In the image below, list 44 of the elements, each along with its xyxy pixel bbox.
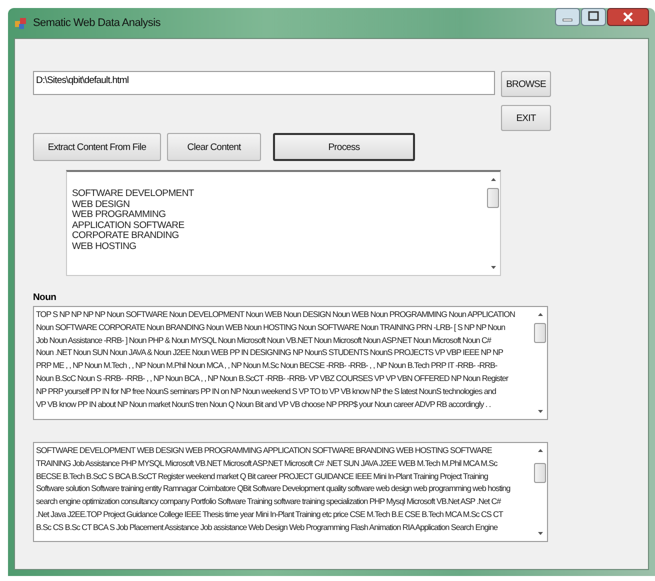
scroll-thumb[interactable] xyxy=(487,188,499,208)
text-line: Noun SOFTWARE CORPORATE Noun BRANDING Noun WEB Noun HOSTING Noun SOFTWARE Noun TRAINING PRN -LRB- [ S NP NP Noun xyxy=(36,322,506,334)
text-line: Noun .NET Noun SUN Noun JAVA & Noun J2EE Noun WEB PP IN DESIGNING NP NounS STUDENTS NounS PROJECTS VP VBP IEEE NP NP xyxy=(36,347,504,360)
app-icon xyxy=(14,16,28,30)
noun-text-box[interactable] xyxy=(33,306,548,420)
action-button[interactable]: Clear Content xyxy=(167,133,261,161)
list-line: WEB PROGRAMMING xyxy=(72,210,167,220)
section-label: Noun xyxy=(33,292,58,303)
text-line: PRP ME , , NP Noun M.Tech , , NP Noun M.Phil Noun MCA , , NP Noun M.Sc Noun BECSE -RRB- -RRB- , , NP Noun B.Tech PRP IT -RRB- -RRB- xyxy=(36,360,498,372)
text-line: TOP S NP NP NP NP Noun SOFTWARE Noun DEVELOPMENT Noun WEB Noun DESIGN Noun WEB Noun PROGRAMMING Noun APPLICATION xyxy=(36,309,516,321)
text-line: B.Sc CS B.Sc CT BCA S Job Placement Assistance Job assistance Web Design Web Programming Flash Animation RIA Application Search Engine xyxy=(36,522,499,534)
side-button[interactable]: BROWSE xyxy=(501,71,551,97)
text-line: Job Noun Assistance -RRB- ] Noun PHP & Noun MYSQL Noun Microsoft Noun VB.NET Noun Microsoft Noun ASP.NET Noun Microsoft Noun C# xyxy=(36,334,492,347)
close-icon[interactable] xyxy=(607,8,649,26)
scroll-up-icon[interactable] xyxy=(536,447,544,453)
scroll-down-icon[interactable] xyxy=(536,409,544,415)
file-path-field[interactable]: D:\Sites\qbit\default.html xyxy=(33,71,495,95)
side-button[interactable]: EXIT xyxy=(501,105,551,131)
text-line: NP PRP yourself PP IN for NP free NounS seminars PP IN on NP Noun weekend S VP TO to VP VB know NP the S latest NounS technologies and xyxy=(36,386,497,398)
action-button[interactable]: Process xyxy=(273,133,415,161)
scroll-up-icon[interactable] xyxy=(536,311,544,317)
text-line: Noun B.ScC Noun S -RRB- -RRB- , , NP Noun BCA , , NP Noun B.ScCT -RRB- -RRB- VP VBZ COURSES VP VP VBN OFFERED NP Noun Register xyxy=(36,372,510,385)
scroll-down-icon[interactable] xyxy=(536,531,544,537)
text-line: search engine optimization consultancy company Portfolio Software Training software training specialization PHP Mysql Microsoft VB.Net ASP .Net C# xyxy=(36,496,502,508)
scroll-thumb[interactable] xyxy=(534,463,546,483)
text-line: SOFTWARE DEVELOPMENT WEB DESIGN WEB PROGRAMMING APPLICATION SOFTWARE BRANDING WEB HOSTING SOFTWARE xyxy=(36,445,493,457)
scroll-up-icon[interactable] xyxy=(488,176,498,182)
list-line: WEB DESIGN xyxy=(72,200,131,210)
action-button[interactable]: Extract Content From File xyxy=(33,133,161,161)
list-line: APPLICATION SOFTWARE xyxy=(72,220,186,231)
maximize-icon[interactable] xyxy=(581,8,606,26)
list-line: SOFTWARE DEVELOPMENT xyxy=(72,189,195,200)
list-line: CORPORATE BRANDING xyxy=(72,231,180,242)
text-line: BECSE B.Tech B.ScC S BCA B.ScCT Register weekend market Q Bit career PROJECT GUIDANCE IEEE Mini In-Plant Training Project Training xyxy=(36,470,489,483)
text-line: VP VB know PP IN about NP Noun market NounS tren Noun Q Noun Bit and VP VB choose NP PRP$ your Noun career ADVP RB accordingly . . xyxy=(36,398,492,411)
text-line: Software solution Software training entity Ramnagar Coimbatore QBit Software Development quality software web design web programming web hosting xyxy=(36,483,512,496)
keyword-text-box[interactable] xyxy=(33,442,548,542)
window-title: Sematic Web Data Analysis xyxy=(33,17,160,29)
scroll-thumb[interactable] xyxy=(534,323,546,343)
text-line: .Net Java J2EE.TOP Project Guidance College IEEE Thesis time year Mini In-Plant Training etc price CSE M.Tech B.E CSE B.Tech MCA M.Sc CS CT xyxy=(36,508,504,521)
text-line: TRAINING Job Assistance PHP MYSQL Microsoft VB.NET Microsoft ASP.NET Microsoft C# .NET SUN JAVA J2EE WEB M.Tech M.Phil MCA M.Sc xyxy=(36,458,498,470)
list-line: WEB HOSTING xyxy=(72,242,138,252)
scroll-down-icon[interactable] xyxy=(488,265,498,271)
content-list-box[interactable]: SOFTWARE DEVELOPMENT WEB DESIGN WEB PROGRAMMING APPLICATION SOFTWARE CORPORATE BRANDING WEB HOSTING xyxy=(66,170,501,276)
